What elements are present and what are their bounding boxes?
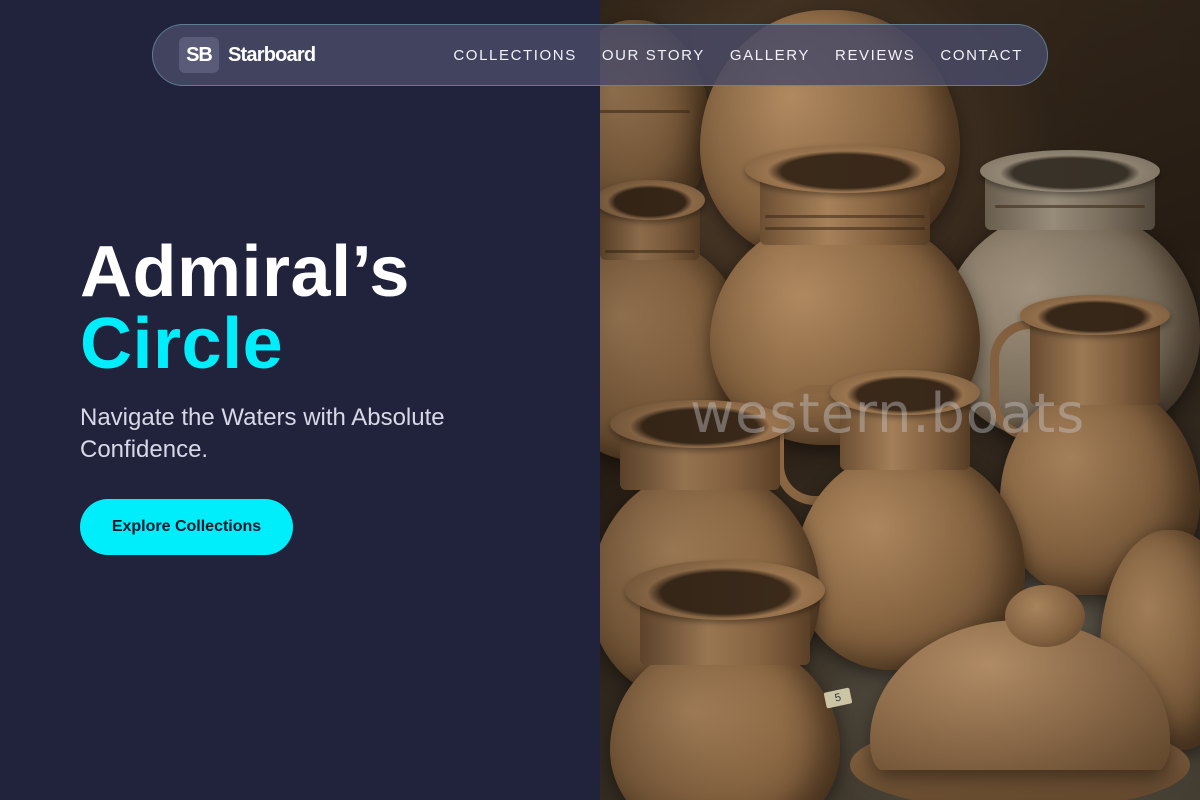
brand-name: Starboard <box>228 43 316 66</box>
nav-link-gallery[interactable]: GALLERY <box>730 47 810 64</box>
hero-title: Admiral’s Circle <box>80 236 520 380</box>
explore-collections-button[interactable]: Explore Collections <box>80 499 293 555</box>
nav-link-reviews[interactable]: REVIEWS <box>835 47 915 64</box>
hero-title-line2: Circle <box>80 304 284 384</box>
brand-mark: SB <box>179 37 219 73</box>
nav-link-our-story[interactable]: OUR STORY <box>602 47 705 64</box>
hero-title-line1: Admiral’s <box>80 232 410 312</box>
brand-logo[interactable]: SB Starboard <box>179 37 316 73</box>
hero-subtitle: Navigate the Waters with Absolute Confid… <box>80 404 445 463</box>
nav-links: COLLECTIONS OUR STORY GALLERY REVIEWS CO… <box>453 47 1023 64</box>
top-navbar: SB Starboard COLLECTIONS OUR STORY GALLE… <box>152 24 1048 86</box>
nav-link-contact[interactable]: CONTACT <box>940 47 1023 64</box>
image-watermark: western.boats <box>690 382 1086 445</box>
hero-section: Admiral’s Circle Navigate the Waters wit… <box>80 236 520 555</box>
nav-link-collections[interactable]: COLLECTIONS <box>453 47 576 64</box>
